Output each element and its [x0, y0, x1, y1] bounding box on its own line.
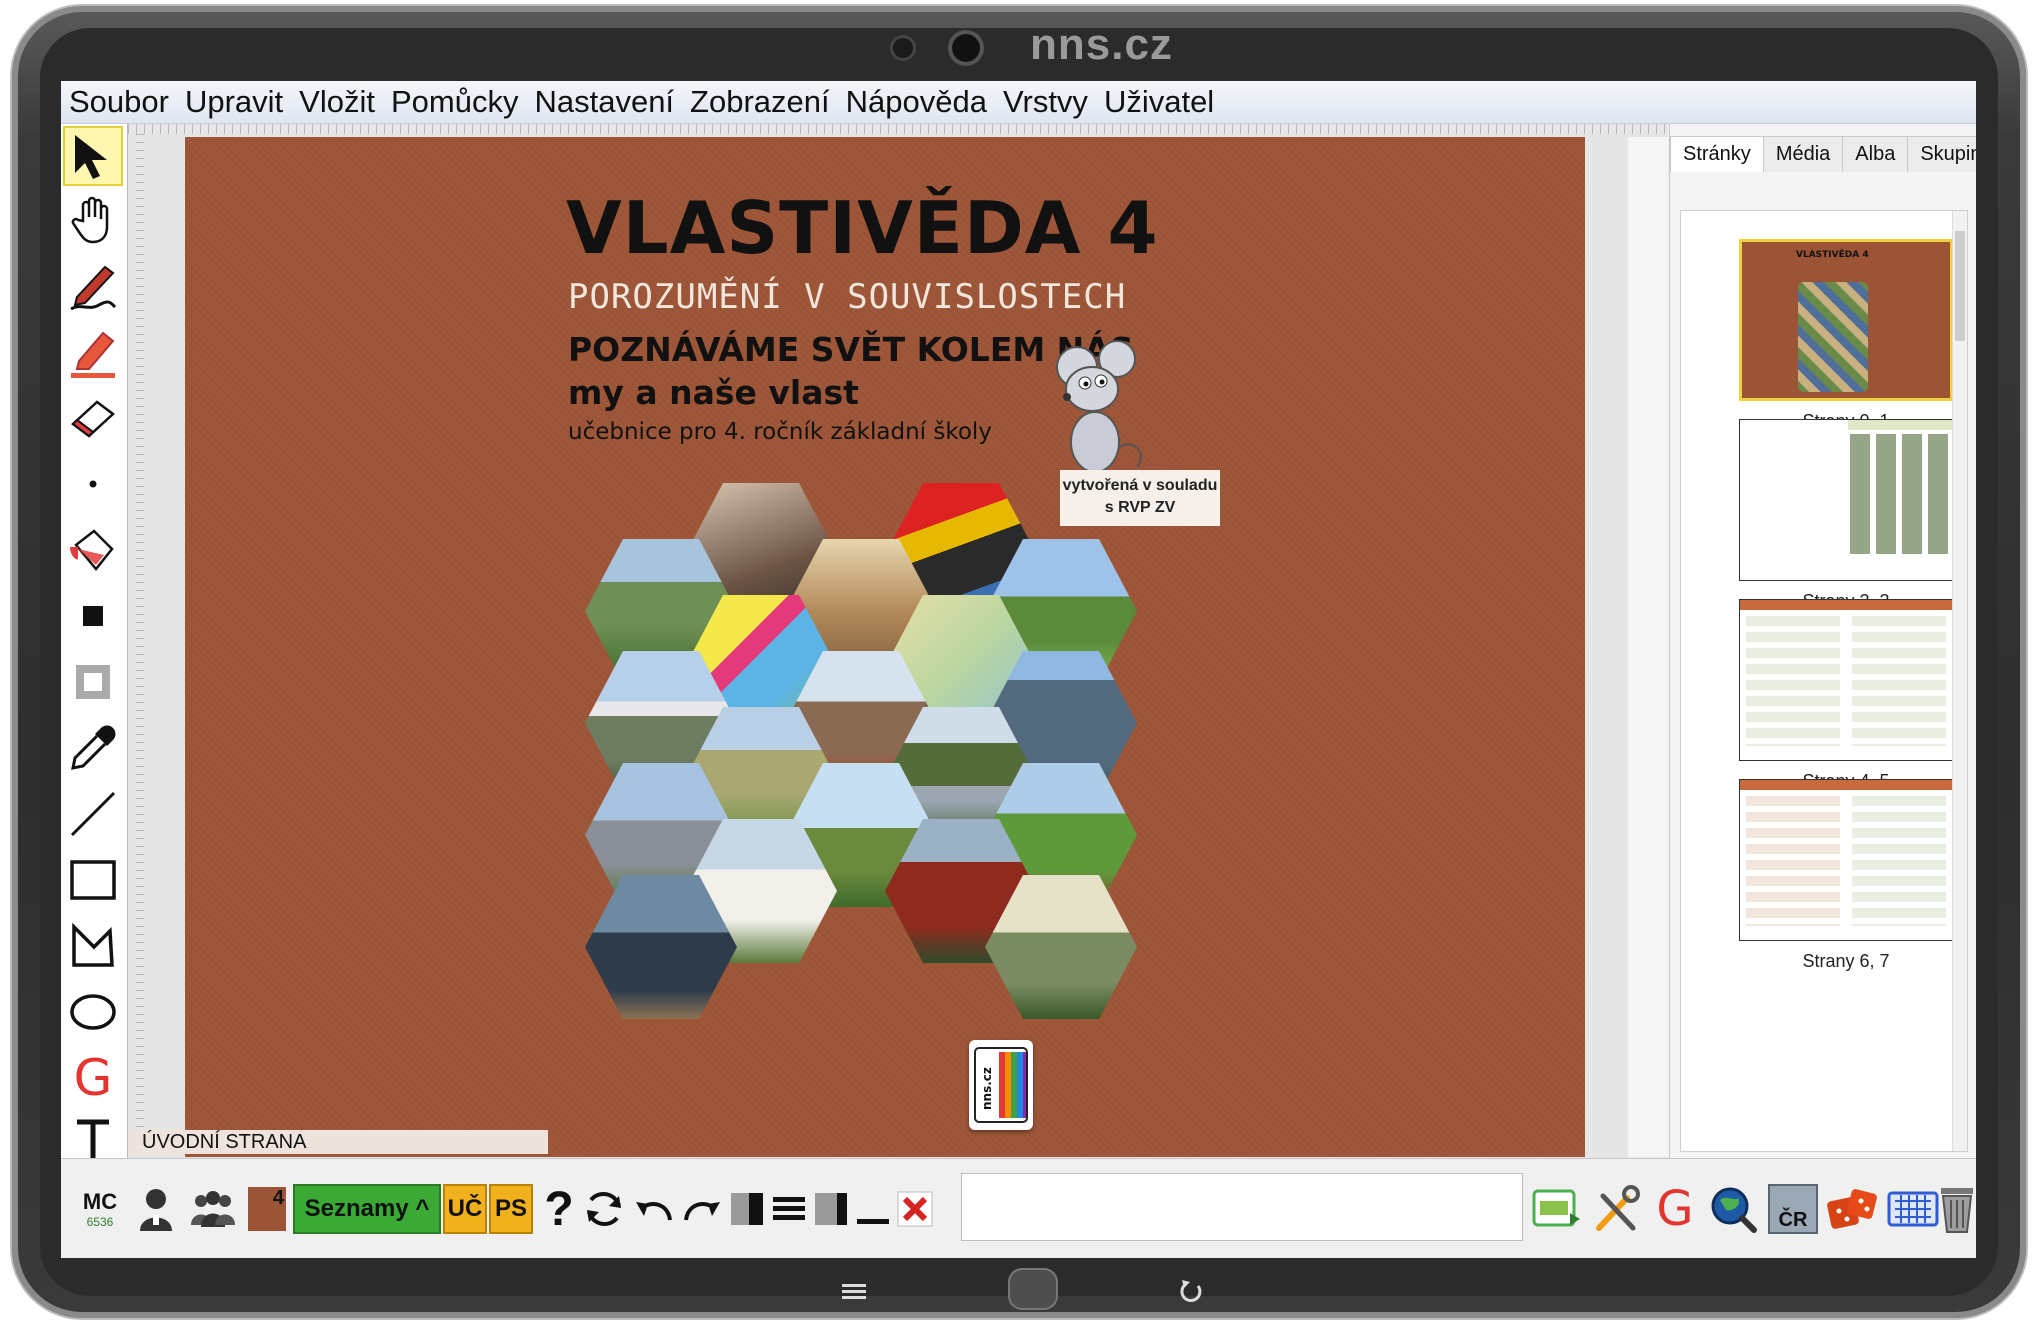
menu-napoveda[interactable]: Nápověda — [838, 84, 995, 120]
menu-zobrazeni[interactable]: Zobrazení — [682, 84, 838, 120]
keyboard-icon[interactable] — [1885, 1159, 1941, 1258]
tab-media[interactable]: Média — [1762, 136, 1844, 172]
refresh-icon[interactable] — [579, 1159, 629, 1258]
search-input[interactable] — [961, 1173, 1523, 1241]
fill-bucket-icon[interactable] — [63, 520, 123, 580]
ellipse-tool-icon[interactable] — [63, 982, 123, 1042]
menu-bar: Soubor Upravit Vložit Pomůcky Nastavení … — [61, 81, 1976, 124]
canvas-margin-right — [1628, 137, 1668, 1157]
recent-apps-key-icon[interactable] — [842, 1282, 866, 1302]
menu-vrstvy[interactable]: Vrstvy — [995, 84, 1096, 120]
panel-left-toggle-icon[interactable] — [727, 1159, 767, 1258]
side-panel: Stránky Média Alba Skupiny VLASTIVĚDA 4 … — [1669, 124, 1976, 1158]
canvas-area[interactable]: VLASTIVĚDA 4 POROZUMĚNÍ V SOUVISLOSTECH … — [128, 124, 1668, 1158]
uc-label: UČ — [443, 1184, 487, 1234]
select-tool-icon[interactable] — [63, 126, 123, 186]
menu-vlozit[interactable]: Vložit — [291, 84, 383, 120]
book-subtitle: POROZUMĚNÍ V SOUVISLOSTECH — [568, 277, 1127, 317]
mc-label: MC — [82, 1189, 118, 1214]
page-thumbnails-list[interactable]: VLASTIVĚDA 4 Strany 0, 1 Strany 2, 3 Str… — [1680, 210, 1968, 1152]
panel-right-toggle-icon[interactable] — [811, 1159, 851, 1258]
line-tool-icon[interactable] — [63, 784, 123, 844]
redo-icon[interactable] — [679, 1159, 725, 1258]
ruler-top — [128, 124, 1668, 134]
globe-search-icon[interactable] — [1705, 1159, 1761, 1258]
scrollbar-thumb[interactable] — [1955, 231, 1965, 341]
rvp-line-2: s RVP ZV — [1104, 499, 1176, 516]
menu-lines-icon[interactable] — [769, 1159, 809, 1258]
thumbnail-mini-title: VLASTIVĚDA 4 — [1796, 250, 1869, 260]
cr-label: ČR — [1768, 1184, 1818, 1234]
page-thumbnail-label: Strany 6, 7 — [1802, 951, 1890, 971]
page-thumbnail[interactable] — [1739, 419, 1953, 581]
menu-soubor[interactable]: Soubor — [61, 84, 177, 120]
dot-tool-icon[interactable] — [63, 454, 123, 514]
ps-label: PS — [489, 1184, 533, 1234]
menu-upravit[interactable]: Upravit — [177, 84, 291, 120]
page-name-label: ÚVODNÍ STRANA — [128, 1130, 548, 1154]
back-key-icon[interactable] — [1178, 1278, 1204, 1304]
camera-lens — [952, 34, 980, 62]
text-tool-icon[interactable] — [63, 1114, 123, 1158]
brand-logo: nns.cz — [1030, 20, 1173, 69]
eraser-tool-icon[interactable] — [63, 388, 123, 448]
app-screen: Soubor Upravit Vložit Pomůcky Nastavení … — [61, 81, 1976, 1258]
nns-logo-text: nns.cz — [980, 1067, 994, 1110]
teacher-user-icon[interactable] — [131, 1159, 181, 1258]
rvp-compliance-badge: vytvořená v souladu s RVP ZV — [1060, 470, 1220, 526]
uc-button[interactable]: UČ — [443, 1159, 487, 1258]
seznamy-button[interactable]: Seznamy ^ — [293, 1159, 441, 1258]
tab-stranky[interactable]: Stránky — [1670, 136, 1764, 172]
book-cover-page[interactable]: VLASTIVĚDA 4 POROZUMĚNÍ V SOUVISLOSTECH … — [185, 137, 1585, 1157]
pen-tool-icon[interactable] — [63, 256, 123, 316]
page-thumbnail[interactable] — [1739, 599, 1953, 761]
virtual-keyboard-tablet-icon[interactable] — [1527, 1159, 1585, 1258]
polygon-tool-icon[interactable] — [63, 916, 123, 976]
dice-icon[interactable] — [1825, 1159, 1881, 1258]
book-heading-2: my a naše vlast — [568, 373, 859, 412]
menu-uzivatel[interactable]: Uživatel — [1096, 84, 1222, 120]
book-heading-3: učebnice pro 4. ročník základní školy — [568, 419, 992, 445]
page-thumbnail[interactable]: VLASTIVĚDA 4 — [1739, 239, 1953, 401]
rectangle-tool-icon[interactable] — [63, 850, 123, 910]
hollow-square-icon[interactable] — [63, 652, 123, 712]
eyedropper-icon[interactable] — [63, 718, 123, 778]
minimize-icon[interactable] — [853, 1159, 893, 1258]
undo-icon[interactable] — [631, 1159, 677, 1258]
tab-skupiny[interactable]: Skupiny — [1907, 136, 1976, 172]
trash-icon[interactable] — [1935, 1159, 1976, 1258]
book-cover-icon[interactable]: 4 — [245, 1159, 289, 1258]
tools-icon[interactable] — [1587, 1159, 1645, 1258]
toolbox: G — [61, 124, 128, 1158]
bottom-toolbar: MC 6536 4 Seznamy ^ UČ PS ? G ČR — [61, 1158, 1976, 1258]
g-app-icon[interactable]: G — [1649, 1159, 1701, 1258]
highlighter-tool-icon[interactable] — [63, 322, 123, 382]
rvp-line-1: vytvořená v souladu — [1062, 477, 1218, 494]
filled-square-icon[interactable] — [63, 586, 123, 646]
hand-tool-icon[interactable] — [63, 190, 123, 250]
page-thumbnail[interactable] — [1739, 779, 1953, 941]
tab-alba[interactable]: Alba — [1842, 136, 1909, 172]
help-icon[interactable]: ? — [539, 1159, 579, 1258]
mouse-mascot-illustration — [1056, 340, 1142, 478]
menu-nastaveni[interactable]: Nastavení — [526, 84, 682, 120]
home-key[interactable] — [1010, 1270, 1056, 1308]
nns-book-logo: nns.cz — [969, 1040, 1033, 1130]
menu-pomucky[interactable]: Pomůcky — [383, 84, 526, 120]
group-users-icon[interactable] — [185, 1159, 241, 1258]
side-panel-tabs: Stránky Média Alba Skupiny — [1670, 136, 1976, 172]
book-badge-number: 4 — [272, 1187, 284, 1209]
camera-sensor — [893, 38, 913, 58]
mc-badge[interactable]: MC 6536 — [75, 1159, 125, 1258]
ps-button[interactable]: PS — [489, 1159, 533, 1258]
thumbnails-scrollbar[interactable] — [1952, 211, 1967, 1151]
cr-map-button[interactable]: ČR — [1765, 1159, 1821, 1258]
g-logo-icon[interactable]: G — [63, 1048, 123, 1108]
ruler-left — [136, 134, 144, 1144]
mc-number: 6536 — [86, 1215, 114, 1229]
seznamy-label: Seznamy ^ — [293, 1184, 441, 1234]
book-title: VLASTIVĚDA 4 — [566, 186, 1159, 270]
close-icon[interactable] — [895, 1159, 935, 1258]
